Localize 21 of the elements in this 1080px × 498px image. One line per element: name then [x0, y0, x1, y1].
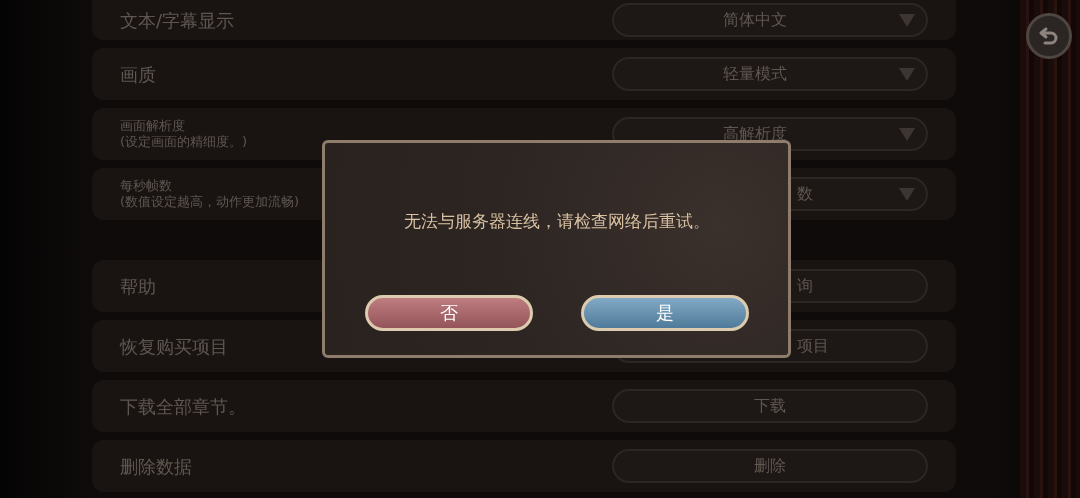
setting-hint: (数值设定越高，动作更加流畅): [120, 194, 300, 211]
no-button[interactable]: 否: [364, 295, 533, 331]
setting-label: 每秒帧数: [120, 177, 173, 194]
dialog-message: 无法与服务器连线，请检查网络后重试。: [403, 210, 710, 233]
dropdown[interactable]: 简体中文: [612, 3, 928, 37]
setting-hint: (设定画面的精细度。): [120, 134, 248, 151]
dropdown-arrow-icon: [898, 187, 916, 202]
action-button[interactable]: 删除: [612, 449, 928, 483]
yes-button[interactable]: 是: [580, 295, 749, 331]
dropdown-arrow-icon: [898, 127, 916, 142]
dropdown-arrow-icon: [898, 13, 916, 28]
setting-label: 文本/字幕显示: [120, 8, 235, 33]
dropdown-arrow-icon: [898, 67, 916, 82]
action-button[interactable]: 下载: [612, 389, 928, 423]
setting-label: 恢复购买项目: [120, 334, 228, 359]
setting-label: 帮助: [120, 274, 156, 299]
setting-label: 画面解析度: [120, 117, 186, 134]
dropdown[interactable]: 轻量模式: [612, 57, 928, 91]
setting-label: 画质: [120, 62, 156, 87]
setting-label: 删除数据: [120, 454, 192, 479]
setting-label: 下载全部章节。: [120, 394, 246, 419]
